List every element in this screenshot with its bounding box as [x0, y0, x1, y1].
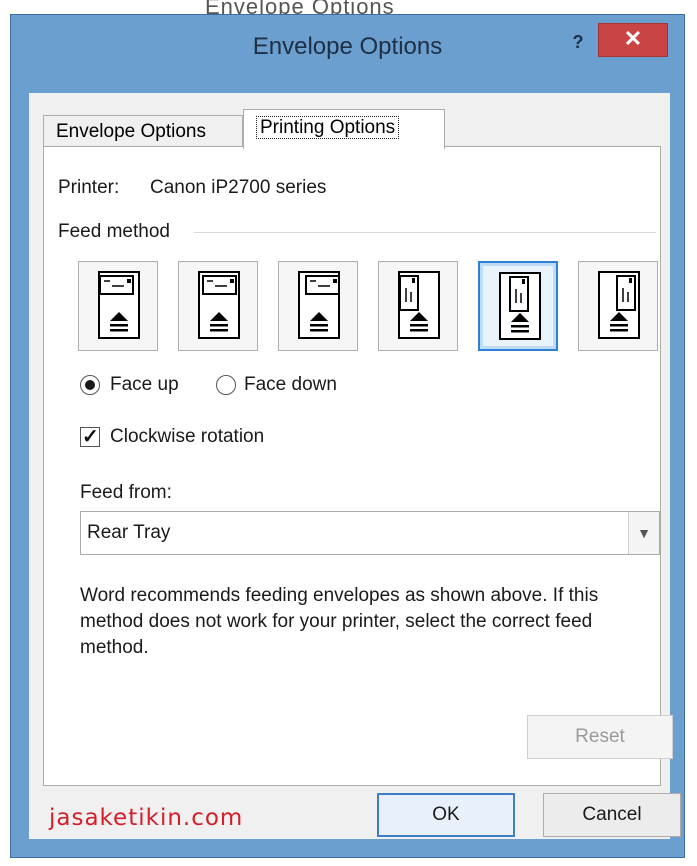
close-icon: ✕ [623, 26, 643, 51]
feed-method-option-2[interactable] [178, 261, 258, 351]
tab-printing-options-label: Printing Options [256, 116, 400, 139]
reset-button[interactable]: Reset [527, 715, 673, 759]
chevron-down-icon[interactable]: ▼ [628, 512, 659, 554]
feed-from-select[interactable]: Rear Tray ▼ [80, 511, 660, 555]
envelope-horizontal-right-icon [298, 271, 340, 339]
ok-button[interactable]: OK [377, 793, 515, 837]
tab-envelope-options-label: Envelope Options [56, 121, 206, 142]
feed-method-label: Feed method [58, 221, 170, 242]
envelope-vertical-left-icon [398, 271, 440, 339]
printing-options-panel: Printer: Canon iP2700 series Feed method… [43, 146, 661, 786]
tab-envelope-options[interactable]: Envelope Options [43, 115, 243, 147]
envelope-horizontal-left-icon [98, 271, 140, 339]
envelope-horizontal-center-icon [198, 271, 240, 339]
feed-from-value: Rear Tray [87, 522, 171, 543]
envelope-vertical-right-icon [598, 271, 640, 339]
feed-method-option-3[interactable] [278, 261, 358, 351]
radio-selected-dot [85, 380, 95, 390]
feed-method-option-5[interactable] [478, 261, 558, 351]
face-up-radio[interactable] [80, 375, 100, 395]
help-button[interactable]: ? [567, 31, 589, 53]
face-down-label[interactable]: Face down [244, 374, 337, 396]
envelope-vertical-center-icon [499, 272, 541, 340]
envelope-options-dialog: Envelope Options ? ✕ Envelope Options Pr… [10, 14, 685, 858]
clockwise-rotation-label[interactable]: Clockwise rotation [110, 426, 264, 448]
feed-method-option-6[interactable] [578, 261, 658, 351]
printer-name: Canon iP2700 series [150, 177, 327, 198]
background-document-text: Envelope Options [205, 0, 395, 14]
feed-method-divider [194, 232, 656, 233]
checkmark-icon: ✓ [82, 426, 99, 448]
close-button[interactable]: ✕ [598, 23, 668, 57]
recommendation-text: Word recommends feeding envelopes as sho… [80, 585, 599, 658]
title-bar[interactable]: Envelope Options ? ✕ [11, 15, 684, 83]
feed-method-option-1[interactable] [78, 261, 158, 351]
watermark-text: jasaketikin.com [49, 805, 244, 831]
feed-from-label: Feed from: [80, 482, 172, 503]
feed-method-option-4[interactable] [378, 261, 458, 351]
cancel-button[interactable]: Cancel [543, 793, 681, 837]
printer-label: Printer: [58, 177, 120, 198]
dialog-body: Envelope Options Printing Options Printe… [29, 93, 681, 839]
face-down-radio[interactable] [216, 375, 236, 395]
clockwise-rotation-checkbox[interactable]: ✓ [80, 426, 100, 448]
tab-printing-options[interactable]: Printing Options [243, 109, 445, 149]
face-up-label[interactable]: Face up [110, 374, 179, 396]
